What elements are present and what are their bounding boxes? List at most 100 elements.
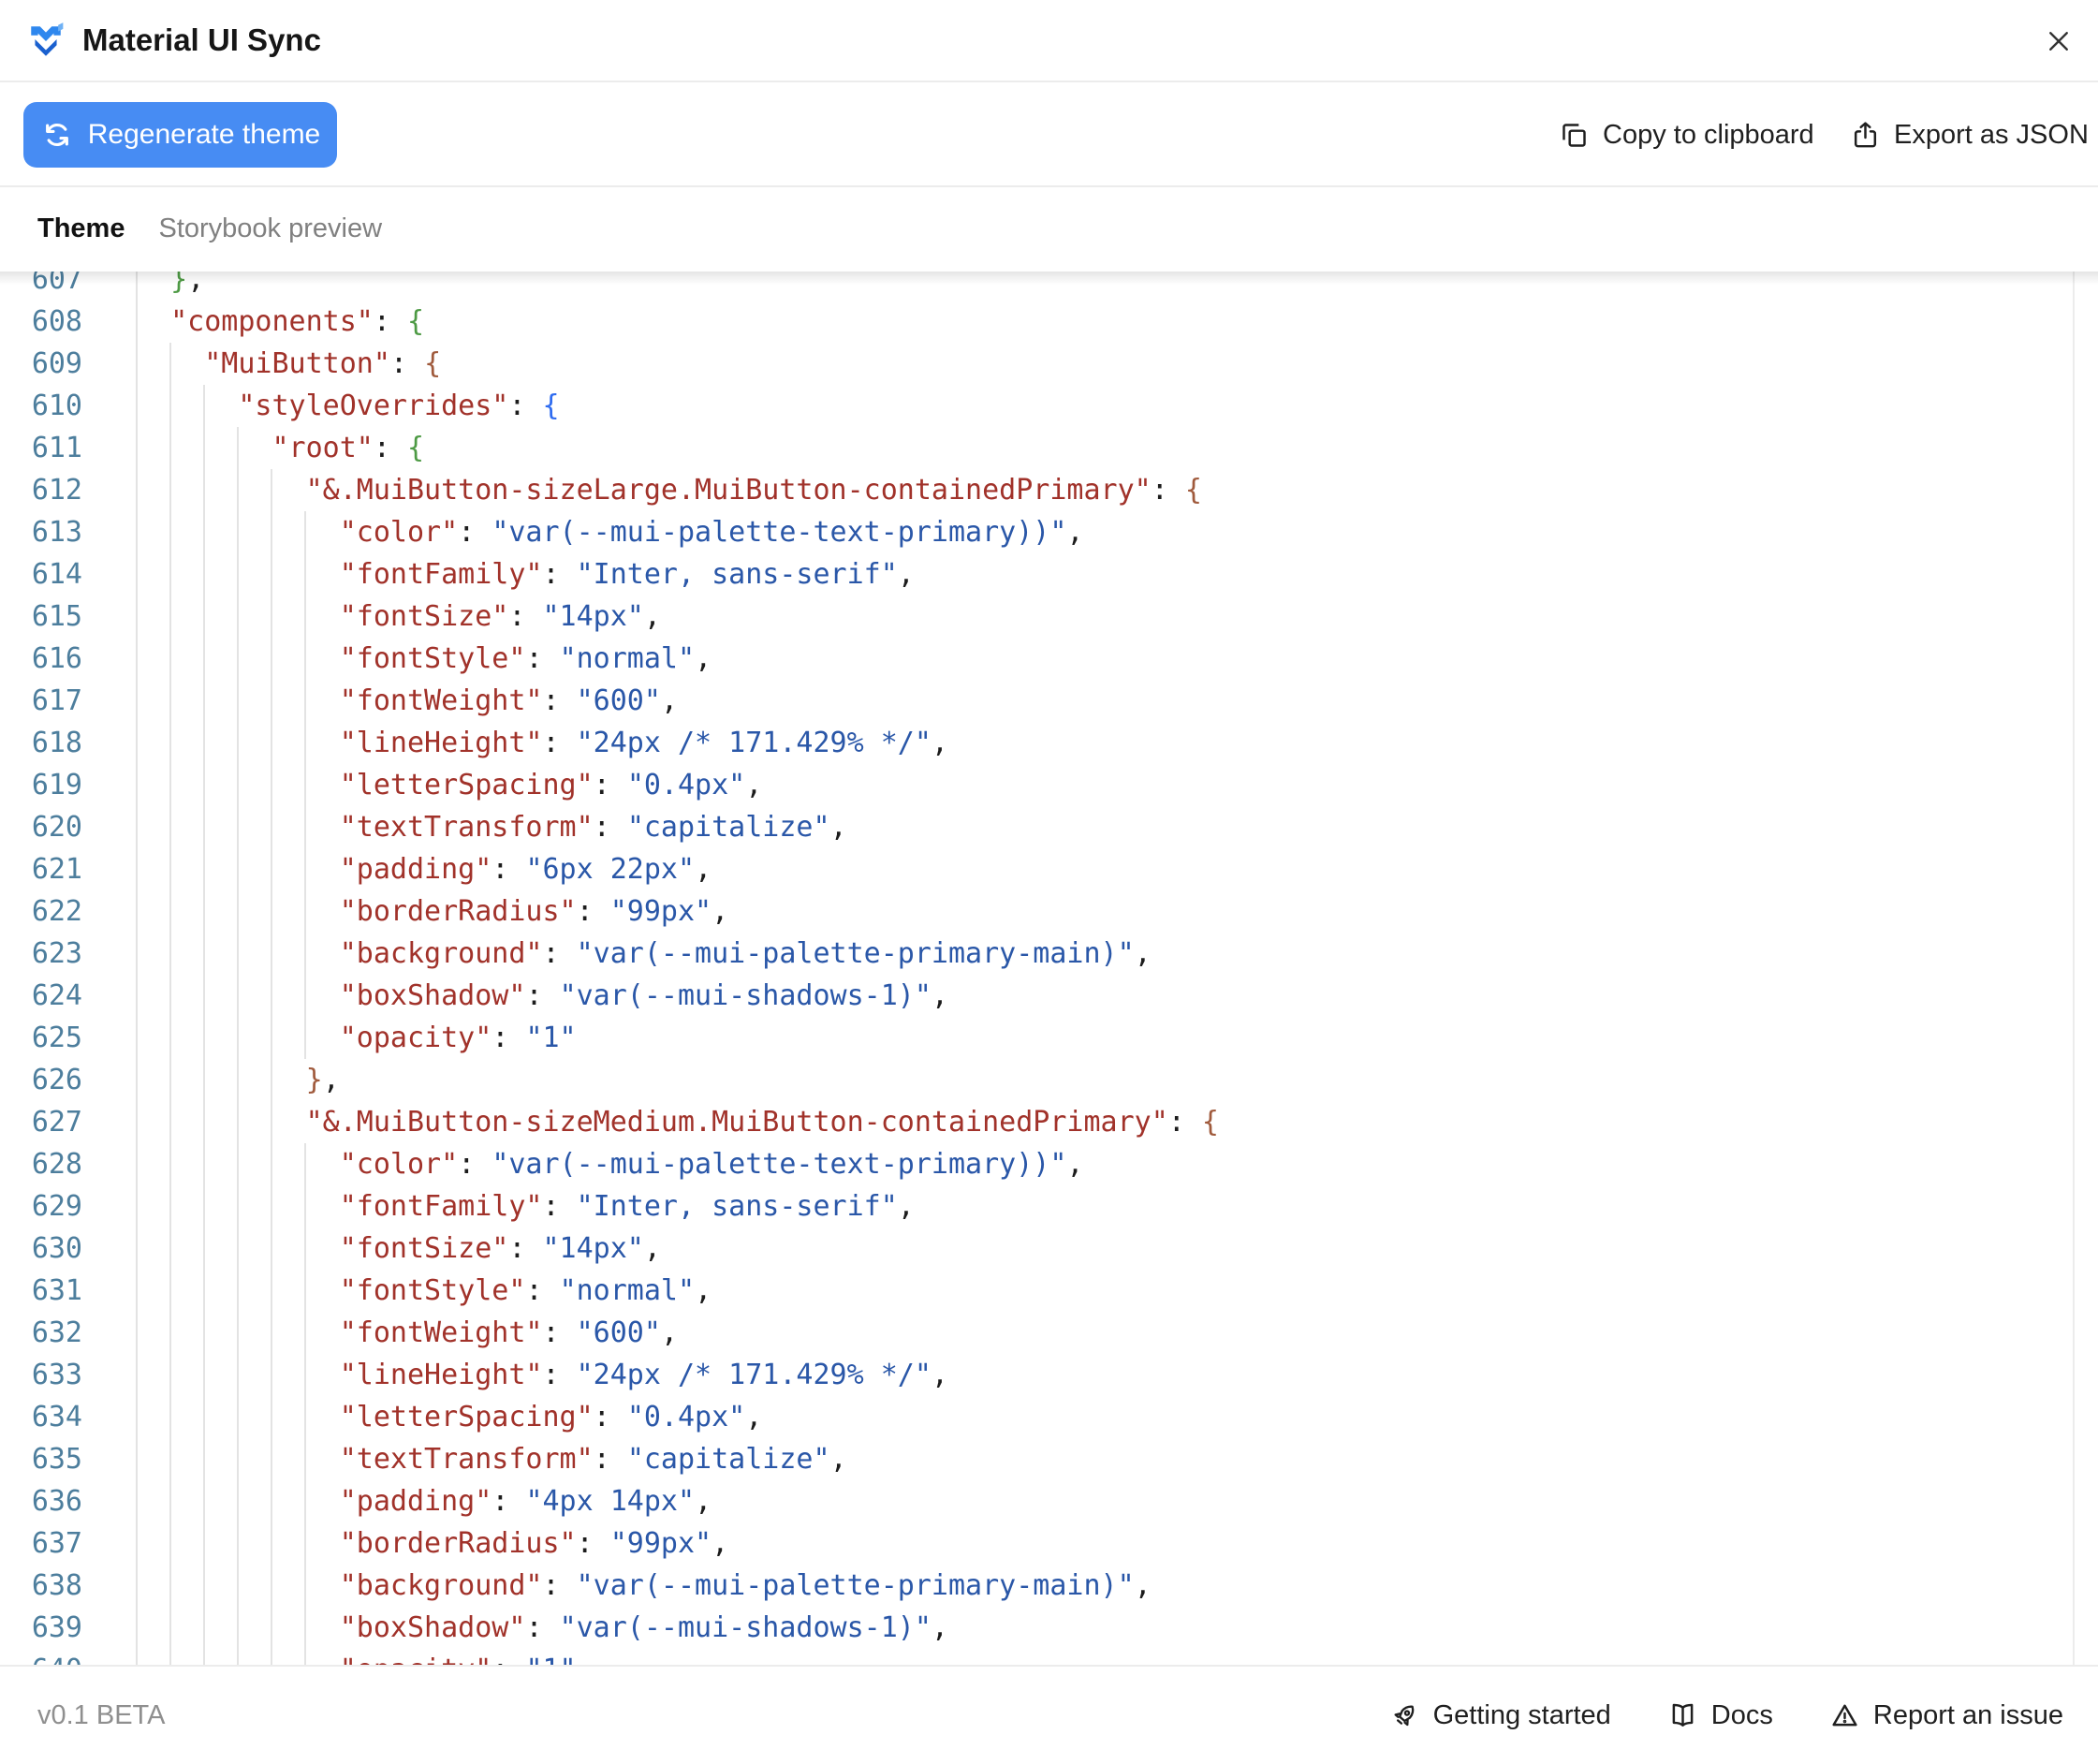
code-line: 614 "fontFamily": "Inter, sans-serif", bbox=[0, 553, 2098, 595]
code-text: "&.MuiButton-sizeLarge.MuiButton-contain… bbox=[305, 474, 1202, 507]
code-line: 623 "background": "var(--mui-palette-pri… bbox=[0, 933, 2098, 975]
material-ui-sync-window: Material UI Sync Regenerate theme Copy t… bbox=[0, 0, 2098, 1764]
toolbar: Regenerate theme Copy to clipboard Expor… bbox=[0, 84, 2098, 187]
line-number: 615 bbox=[31, 600, 82, 633]
code-text: "opacity": "1" bbox=[339, 1022, 577, 1054]
tab-theme[interactable]: Theme bbox=[37, 213, 125, 244]
line-number: 621 bbox=[31, 853, 82, 886]
code-line: 618 "lineHeight": "24px /* 171.429% */", bbox=[0, 722, 2098, 764]
code-text: "letterSpacing": "0.4px", bbox=[339, 769, 763, 801]
code-line: 621 "padding": "6px 22px", bbox=[0, 848, 2098, 890]
line-number: 627 bbox=[31, 1106, 82, 1139]
version-badge: v0.1 BETA bbox=[37, 1699, 166, 1730]
code-line: 615 "fontSize": "14px", bbox=[0, 595, 2098, 638]
line-number: 620 bbox=[31, 811, 82, 844]
export-as-json-button[interactable]: Export as JSON bbox=[1850, 84, 2089, 185]
copy-to-clipboard-button[interactable]: Copy to clipboard bbox=[1559, 84, 1814, 185]
theme-json-code-viewer[interactable]: 607 }, 608 "components": {609 "MuiButton"… bbox=[0, 272, 2098, 1665]
regenerate-theme-button[interactable]: Regenerate theme bbox=[23, 102, 337, 168]
code-text: "root": { bbox=[271, 432, 425, 464]
line-number: 636 bbox=[31, 1485, 82, 1518]
code-text: "opacity": "1" bbox=[82, 1649, 577, 1665]
indent-guide bbox=[237, 427, 239, 1665]
code-text: "padding": "6px 22px", bbox=[339, 853, 712, 886]
code-line: 628 "color": "var(--mui-palette-text-pri… bbox=[0, 1143, 2098, 1185]
code-text: "fontFamily": "Inter, sans-serif", bbox=[339, 558, 915, 591]
code-line: 633 "lineHeight": "24px /* 171.429% */", bbox=[0, 1354, 2098, 1396]
code-text: "boxShadow": "var(--mui-shadows-1)", bbox=[339, 1611, 948, 1644]
code-text: "letterSpacing": "0.4px", bbox=[339, 1401, 763, 1433]
code-text: "boxShadow": "var(--mui-shadows-1)", bbox=[339, 979, 948, 1012]
footer: v0.1 BETA Getting started Docs Report an… bbox=[0, 1665, 2098, 1764]
report-an-issue-label: Report an issue bbox=[1872, 1699, 2063, 1730]
code-text: "borderRadius": "99px", bbox=[339, 895, 729, 928]
code-line: 637 "borderRadius": "99px", bbox=[0, 1522, 2098, 1565]
copy-to-clipboard-label: Copy to clipboard bbox=[1603, 119, 1814, 150]
line-number: 624 bbox=[31, 979, 82, 1012]
code-text: "fontWeight": "600", bbox=[339, 684, 678, 717]
code-line: 632 "fontWeight": "600", bbox=[0, 1312, 2098, 1354]
line-number: 623 bbox=[31, 937, 82, 970]
line-number: 607 bbox=[31, 272, 82, 296]
code-text: "fontStyle": "normal", bbox=[339, 1274, 712, 1307]
code-line: 607 }, bbox=[0, 272, 2098, 301]
indent-guide bbox=[169, 343, 171, 1665]
rocket-icon bbox=[1389, 1700, 1420, 1731]
code-text: "styleOverrides": { bbox=[238, 390, 560, 422]
code-line: 627 "&.MuiButton-sizeMedium.MuiButton-co… bbox=[0, 1101, 2098, 1143]
code-line: 635 "textTransform": "capitalize", bbox=[0, 1438, 2098, 1480]
warning-icon bbox=[1829, 1700, 1860, 1731]
code-line: 608 "components": { bbox=[0, 301, 2098, 343]
line-number: 629 bbox=[31, 1190, 82, 1223]
code-line: 622 "borderRadius": "99px", bbox=[0, 890, 2098, 933]
line-number: 608 bbox=[31, 305, 82, 338]
refresh-icon bbox=[40, 118, 74, 152]
code-text: "color": "var(--mui-palette-text-primary… bbox=[339, 1148, 1084, 1181]
line-number: 633 bbox=[31, 1359, 82, 1391]
line-number: 626 bbox=[31, 1064, 82, 1096]
title-bar: Material UI Sync bbox=[0, 0, 2098, 82]
line-number: 611 bbox=[31, 432, 82, 464]
docs-link[interactable]: Docs bbox=[1667, 1700, 1773, 1731]
line-number: 618 bbox=[31, 727, 82, 759]
getting-started-label: Getting started bbox=[1432, 1699, 1611, 1730]
code-text: "components": { bbox=[170, 305, 425, 338]
tab-storybook-preview[interactable]: Storybook preview bbox=[158, 213, 382, 244]
line-number: 640 bbox=[0, 1649, 82, 1665]
code-text: "&.MuiButton-sizeMedium.MuiButton-contai… bbox=[305, 1106, 1219, 1139]
code-text: "background": "var(--mui-palette-primary… bbox=[339, 937, 1152, 970]
line-number: 625 bbox=[31, 1022, 82, 1054]
code-line: 609 "MuiButton": { bbox=[0, 343, 2098, 385]
code-line: 624 "boxShadow": "var(--mui-shadows-1)", bbox=[0, 975, 2098, 1017]
indent-guide bbox=[203, 385, 205, 1665]
close-button[interactable] bbox=[2042, 24, 2076, 58]
copy-icon bbox=[1559, 120, 1590, 151]
getting-started-link[interactable]: Getting started bbox=[1389, 1700, 1611, 1731]
report-an-issue-link[interactable]: Report an issue bbox=[1829, 1700, 2063, 1731]
code-text: "textTransform": "capitalize", bbox=[339, 811, 847, 844]
line-number: 613 bbox=[31, 516, 82, 549]
line-number: 631 bbox=[31, 1274, 82, 1307]
line-number: 639 bbox=[31, 1611, 82, 1644]
code-text: "fontStyle": "normal", bbox=[339, 642, 712, 675]
line-number: 610 bbox=[31, 390, 82, 422]
code-lines: 607 }, 608 "components": {609 "MuiButton"… bbox=[0, 272, 2098, 1665]
line-number: 628 bbox=[31, 1148, 82, 1181]
code-text: "lineHeight": "24px /* 171.429% */", bbox=[339, 727, 948, 759]
code-line: 626 }, bbox=[0, 1059, 2098, 1101]
code-line: 640 "opacity": "1" bbox=[0, 1649, 2098, 1665]
line-number: 635 bbox=[31, 1443, 82, 1476]
docs-label: Docs bbox=[1710, 1699, 1773, 1730]
code-text: "background": "var(--mui-palette-primary… bbox=[339, 1569, 1152, 1602]
line-number: 619 bbox=[31, 769, 82, 801]
line-number: 632 bbox=[31, 1316, 82, 1349]
code-line: 630 "fontSize": "14px", bbox=[0, 1227, 2098, 1270]
code-text: }, bbox=[305, 1064, 340, 1096]
code-text: "fontWeight": "600", bbox=[339, 1316, 678, 1349]
line-number: 609 bbox=[31, 347, 82, 380]
export-json-icon bbox=[1850, 120, 1881, 151]
code-text: "padding": "4px 14px", bbox=[339, 1485, 712, 1518]
line-number: 622 bbox=[31, 895, 82, 928]
indent-guide bbox=[304, 511, 306, 1059]
line-number: 616 bbox=[31, 642, 82, 675]
